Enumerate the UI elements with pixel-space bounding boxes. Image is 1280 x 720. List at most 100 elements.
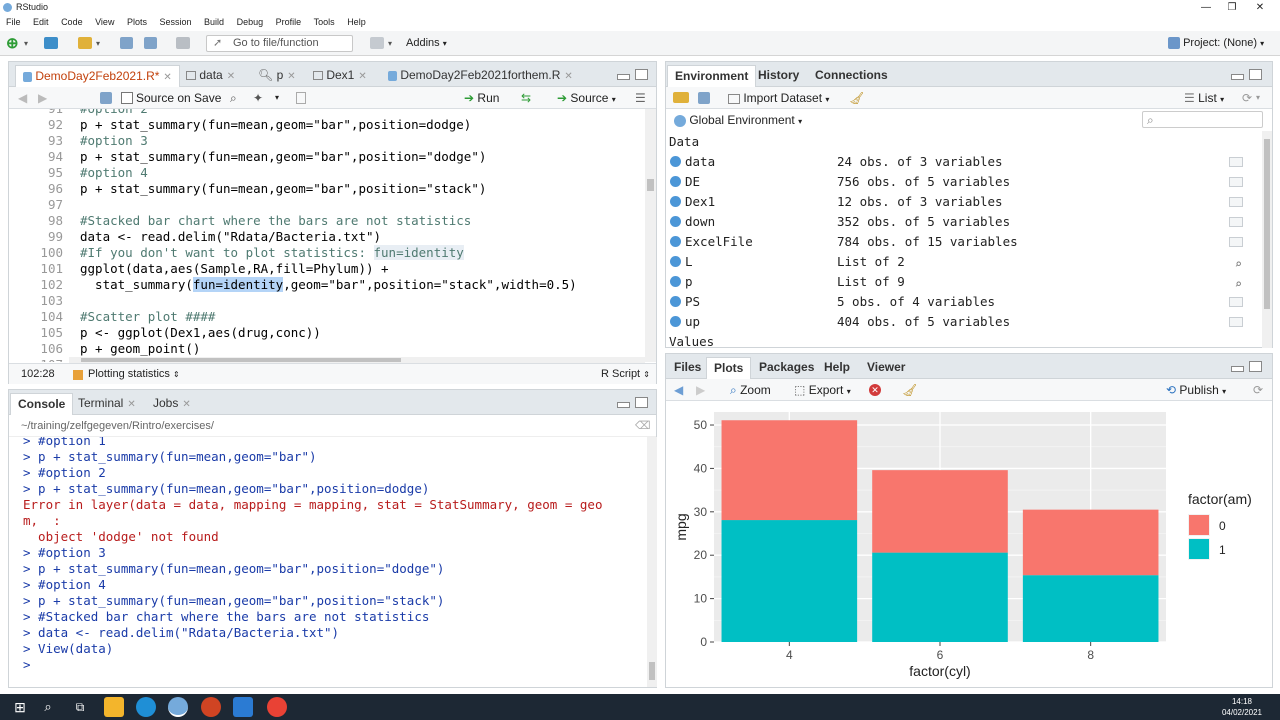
rerun-icon[interactable]: ⇆ [521,87,531,109]
broom-icon[interactable]: 🧹︎ [902,379,917,401]
addins-button[interactable]: Addins ▾ [406,36,447,51]
view-data-icon[interactable] [1229,217,1243,227]
chrome-icon[interactable] [267,697,287,717]
rstudio-taskbar-icon[interactable] [168,697,188,717]
maximize-pane-icon[interactable] [1249,361,1262,372]
scroll-thumb[interactable] [1264,139,1270,309]
maximize-pane-icon[interactable] [635,69,648,80]
refresh-icon[interactable]: ⟳ [1242,87,1252,109]
next-plot-icon[interactable]: ▶ [696,379,705,401]
editor-vscrollbar[interactable] [645,109,656,362]
menu-edit[interactable]: Edit [33,15,49,30]
close-tab-icon[interactable]: ✕ [182,399,190,410]
menu-code[interactable]: Code [61,15,83,30]
console-vscrollbar[interactable] [647,437,657,687]
tab-files[interactable]: Files [667,357,708,379]
print-icon[interactable] [176,36,190,51]
expand-icon[interactable] [670,316,681,327]
code-line[interactable]: 91 #option 2 [9,109,645,117]
view-mode-dropdown[interactable]: ☰ List ▾ [1184,87,1224,111]
expand-icon[interactable] [670,216,681,227]
open-folder-icon[interactable] [78,36,92,51]
publish-button[interactable]: ⟲ Publish ▾ [1166,379,1226,403]
code-line[interactable]: 96 p + stat_summary(fun=mean,geom="bar",p… [9,181,645,197]
code-line[interactable]: 92 p + stat_summary(fun=mean,geom="bar",p… [9,117,645,133]
tab-history[interactable]: History [751,65,806,87]
menu-tools[interactable]: Tools [314,15,335,30]
grid-layout-icon[interactable] [370,36,384,51]
environment-row[interactable]: down 352 obs. of 5 variables [669,212,1247,232]
tab-p[interactable]: 🔍︎ p ✕ [251,65,303,87]
search-icon[interactable]: ⌕ [1235,274,1242,294]
section-dropdown[interactable]: Plotting statistics ⇕ [88,364,180,385]
export-button[interactable]: ⬚ Export ▾ [794,379,851,403]
save-workspace-icon[interactable] [698,92,710,104]
expand-icon[interactable] [670,296,681,307]
outline-icon[interactable]: ☰ [635,87,646,109]
environment-row[interactable]: ExcelFile 784 obs. of 15 variables [669,232,1247,252]
file-explorer-icon[interactable] [104,697,124,717]
remove-plot-icon[interactable]: ✕ [869,384,881,396]
view-data-icon[interactable] [1229,157,1243,167]
environment-vscrollbar[interactable] [1262,131,1272,348]
environment-row[interactable]: DE 756 obs. of 5 variables [669,172,1247,192]
chevron-down-icon[interactable]: ▾ [96,36,100,51]
tab-demoday[interactable]: DemoDay2Feb2021.R* ✕ [15,65,180,87]
expand-icon[interactable] [670,256,681,267]
language-dropdown[interactable]: R Script ⇕ [601,364,650,385]
back-arrow-icon[interactable]: ◀ [18,87,27,109]
tab-plots[interactable]: Plots [706,357,752,379]
expand-icon[interactable] [670,196,681,207]
minimize-pane-icon[interactable] [1231,366,1244,372]
menu-plots[interactable]: Plots [127,15,147,30]
code-line[interactable]: 101 ggplot(data,aes(Sample,RA,fill=Phylum… [9,261,645,277]
magic-wand-icon[interactable]: ✦ [253,87,263,109]
code-line[interactable]: 93 #option 3 [9,133,645,149]
code-line[interactable]: 102 stat_summary(fun=identity,geom="bar"… [9,277,645,293]
environment-search-input[interactable]: ⌕ [1142,111,1263,128]
code-line[interactable]: 106 p + geom_point() [9,341,645,357]
code-line[interactable]: 105 p <- ggplot(Dex1,aes(drug,conc)) [9,325,645,341]
snipping-tool-icon[interactable] [233,697,253,717]
system-clock[interactable]: 14:18 04/02/2021 [1222,696,1262,718]
hscroll-thumb[interactable] [81,358,401,362]
clear-console-icon[interactable]: ⌫ [635,415,651,437]
console-output[interactable]: > #option 1 > p + stat_summary(fun=mean,g… [9,437,647,687]
expand-icon[interactable] [670,276,681,287]
search-icon[interactable]: ⌕ [38,697,58,717]
save-all-icon[interactable] [144,36,157,51]
forward-arrow-icon[interactable]: ▶ [38,87,47,109]
task-view-icon[interactable]: ⧉ [70,697,90,717]
search-icon[interactable]: ⌕ [1235,254,1242,274]
broom-icon[interactable]: 🧹︎ [849,87,864,109]
project-button[interactable]: Project: (None) ▾ [1168,36,1264,51]
load-workspace-icon[interactable] [673,92,689,103]
code-line[interactable]: 95 #option 4 [9,165,645,181]
goto-file-input[interactable]: ➚ Go to file/function [206,35,353,52]
view-data-icon[interactable] [1229,237,1243,247]
menu-debug[interactable]: Debug [237,15,264,30]
menu-session[interactable]: Session [160,15,192,30]
compile-report-icon[interactable] [296,92,306,104]
code-area[interactable]: 91 #option 2 92 p + stat_summary(fun=mean,g… [9,109,645,362]
environment-row[interactable]: p List of 9 ⌕ [669,272,1247,292]
minimize-pane-icon[interactable] [617,74,630,80]
environment-row[interactable]: data 24 obs. of 3 variables [669,152,1247,172]
close-tab-icon[interactable]: ✕ [127,399,135,410]
tab-demoday-forthem[interactable]: DemoDay2Feb2021forthem.R ✕ [381,65,580,87]
menu-profile[interactable]: Profile [276,15,302,30]
source-button[interactable]: ➔ Source ▾ [557,87,616,111]
view-data-icon[interactable] [1229,197,1243,207]
code-line[interactable]: 104 #Scatter plot #### [9,309,645,325]
maximize-pane-icon[interactable] [1249,69,1262,80]
menu-view[interactable]: View [95,15,114,30]
import-dataset-button[interactable]: Import Dataset ▾ [728,87,829,111]
code-line[interactable]: 100 #If you don't want to plot statistics… [9,245,645,261]
expand-icon[interactable] [670,156,681,167]
scroll-thumb[interactable] [649,662,655,680]
chevron-down-icon[interactable]: ▾ [24,36,28,51]
tab-viewer[interactable]: Viewer [860,357,912,379]
menu-help[interactable]: Help [347,15,366,30]
scope-dropdown[interactable]: Global Environment ▾ [674,109,802,133]
close-tab-icon[interactable]: ✕ [163,72,171,83]
